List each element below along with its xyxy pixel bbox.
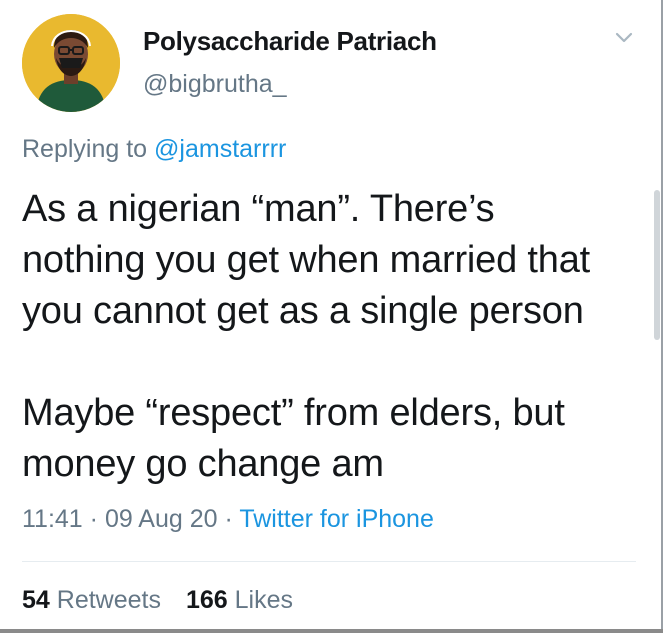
retweets-count: 54 <box>22 586 50 614</box>
likes-count: 166 <box>185 586 228 614</box>
display-name[interactable]: Polysaccharide Patriach <box>143 26 437 57</box>
avatar[interactable] <box>22 14 120 112</box>
user-handle[interactable]: @bigbrutha_ <box>143 70 287 99</box>
tweet-text-line: As a nigerian “man”. There’s <box>22 188 495 230</box>
tweet-text-line: you cannot get as a single person <box>22 290 584 332</box>
retweets-stat[interactable]: 54 Retweets <box>22 586 161 614</box>
tweet-text-line: nothing you get when married that <box>22 239 590 281</box>
tweet-metadata: 11:41 · 09 Aug 20 · Twitter for iPhone <box>22 505 434 534</box>
avatar-cartoon-man-icon <box>22 14 120 112</box>
replying-to-label: Replying to <box>22 135 155 163</box>
divider <box>22 561 636 562</box>
meta-separator: · <box>82 505 105 533</box>
tweet-text-line: money go change am <box>22 443 384 485</box>
replying-to-handle-link[interactable]: @jamstarrrr <box>154 135 286 163</box>
scrollbar[interactable] <box>654 190 660 340</box>
retweets-label: Retweets <box>56 586 161 614</box>
tweet-time[interactable]: 11:41 <box>22 505 83 533</box>
tweet-stats: 54 Retweets 166 Likes <box>22 586 311 615</box>
likes-stat[interactable]: 166 Likes <box>186 586 293 614</box>
tweet-text-line: Maybe “respect” from elders, but <box>22 392 565 434</box>
likes-label: Likes <box>234 586 293 614</box>
chevron-down-icon[interactable] <box>612 28 636 48</box>
tweet-text: As a nigerian “man”. There’s nothing you… <box>22 184 642 490</box>
replying-to: Replying to @jamstarrrr <box>22 135 286 164</box>
tweet-source-link[interactable]: Twitter for iPhone <box>239 505 434 533</box>
window-edge <box>0 629 663 633</box>
meta-separator: · <box>217 505 240 533</box>
tweet-card: Polysaccharide Patriach @bigbrutha_ Repl… <box>0 0 663 633</box>
paragraph-break <box>22 337 642 388</box>
tweet-date[interactable]: 09 Aug 20 <box>105 505 218 533</box>
